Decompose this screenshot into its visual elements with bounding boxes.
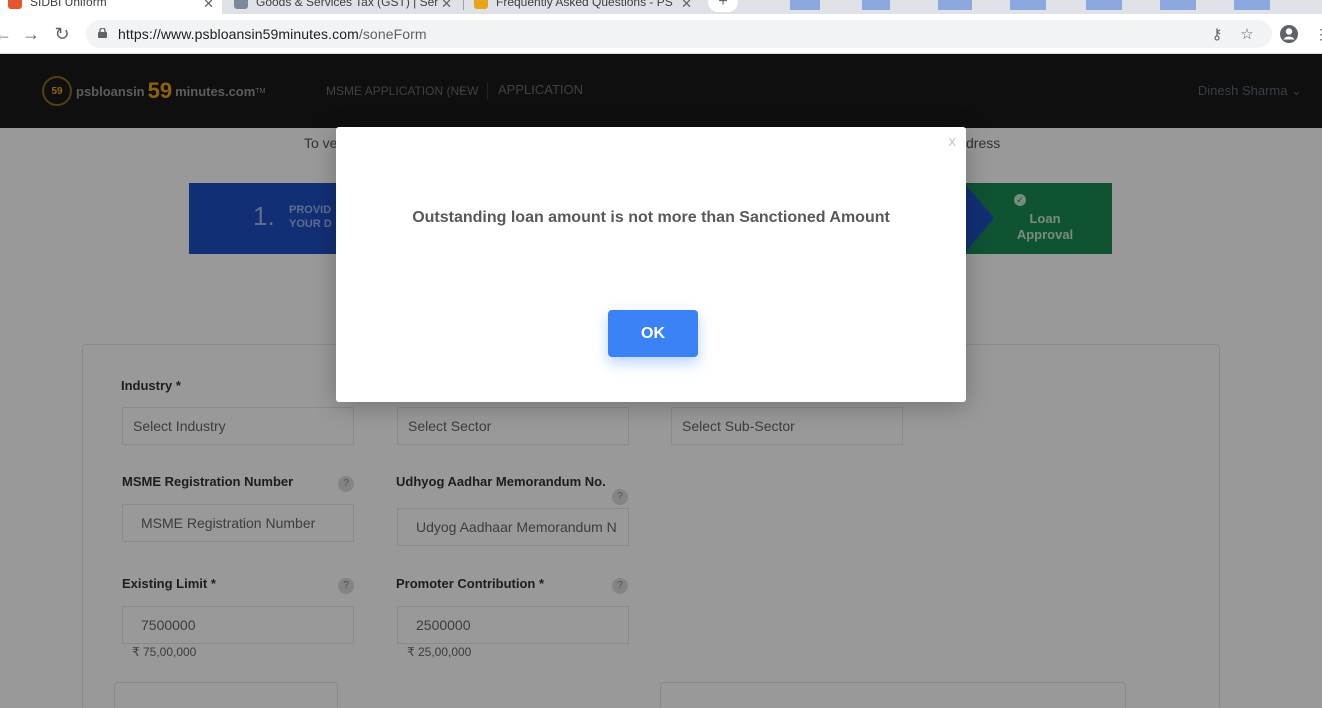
url-host: https://www.psbloansin59minutes.com — [118, 26, 359, 42]
lock-icon — [98, 28, 107, 38]
alert-dialog: x Outstanding loan amount is not more th… — [336, 127, 966, 402]
tab-title: Goods & Services Tax (GST) | Ser — [256, 0, 439, 9]
tab-close-icon[interactable]: ✕ — [677, 0, 692, 12]
tab-title: SIDBI Uniform — [30, 0, 107, 9]
close-icon[interactable]: x — [949, 133, 957, 150]
tab-strip-artifact — [1010, 0, 1046, 10]
browser-toolbar: ← → ↻ https://www.psbloansin59minutes.co… — [0, 14, 1322, 54]
tab-strip-artifact — [790, 0, 820, 10]
menu-dots-icon[interactable]: ⋮ — [1314, 26, 1322, 43]
sidbi-favicon-icon — [8, 0, 22, 9]
profile-icon[interactable] — [1279, 24, 1299, 44]
reload-icon[interactable]: ↻ — [51, 23, 73, 45]
address-bar[interactable]: https://www.psbloansin59minutes.com/sone… — [86, 20, 1272, 48]
faq-favicon-icon — [474, 0, 488, 9]
back-arrow-icon[interactable]: ← — [0, 23, 14, 45]
url-text: https://www.psbloansin59minutes.com/sone… — [118, 26, 427, 42]
tab-close-icon[interactable]: ✕ — [199, 0, 214, 12]
browser-tab-faq[interactable]: Frequently Asked Questions - PS ✕ — [466, 0, 700, 14]
tab-separator — [463, 0, 464, 10]
new-tab-button[interactable]: + — [708, 0, 738, 12]
tab-strip-artifact — [938, 0, 972, 10]
tab-strip-artifact — [1160, 0, 1196, 10]
browser-tab-gst[interactable]: Goods & Services Tax (GST) | Ser ✕ — [226, 0, 460, 14]
key-icon[interactable]: ⚷ — [1208, 26, 1226, 44]
tab-close-icon[interactable]: ✕ — [437, 0, 452, 12]
forward-arrow-icon[interactable]: → — [20, 23, 42, 45]
tab-strip-artifact — [1086, 0, 1122, 10]
tab-title: Frequently Asked Questions - PS — [496, 0, 673, 9]
ok-button[interactable]: OK — [608, 310, 698, 357]
gst-favicon-icon — [234, 0, 248, 9]
alert-message: Outstanding loan amount is not more than… — [412, 209, 890, 226]
browser-tab-sidbi[interactable]: SIDBI Uniform ✕ — [0, 0, 222, 14]
star-icon[interactable]: ☆ — [1238, 26, 1256, 44]
tab-strip-artifact — [1234, 0, 1270, 10]
browser-tab-strip: SIDBI Uniform ✕ Goods & Services Tax (GS… — [0, 0, 1322, 14]
tab-strip-artifact — [862, 0, 890, 10]
url-path: /soneForm — [358, 26, 427, 42]
